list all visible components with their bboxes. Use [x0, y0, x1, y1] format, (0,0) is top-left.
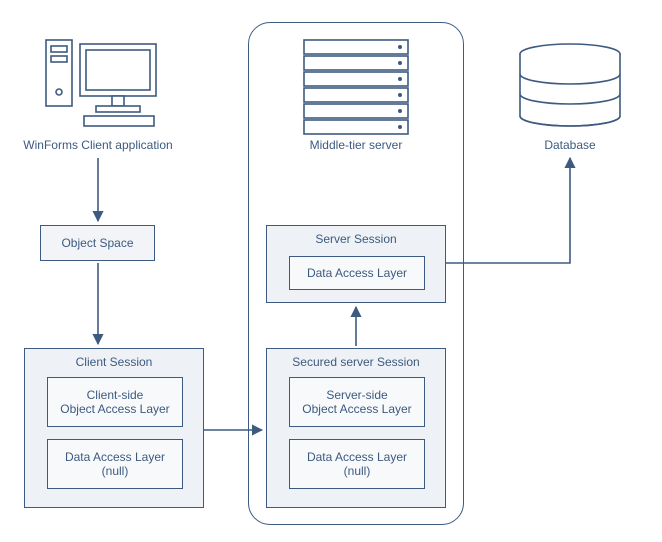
- server-label: Middle-tier server: [256, 138, 456, 152]
- secured-oal-box: Server-side Object Access Layer: [289, 377, 425, 427]
- server-session-group: Server Session Data Access Layer: [266, 225, 446, 303]
- client-dal-box: Data Access Layer (null): [47, 439, 183, 489]
- client-label: WinForms Client application: [8, 138, 188, 152]
- client-session-group: Client Session Client-side Object Access…: [24, 348, 204, 508]
- architecture-diagram: WinForms Client application Object Space…: [0, 0, 662, 542]
- secured-session-title: Secured server Session: [267, 355, 445, 369]
- secured-session-group: Secured server Session Server-side Objec…: [266, 348, 446, 508]
- client-session-title: Client Session: [25, 355, 203, 369]
- db-label: Database: [520, 138, 620, 152]
- server-session-dal-box: Data Access Layer: [289, 256, 425, 290]
- secured-dal-box: Data Access Layer (null): [289, 439, 425, 489]
- object-space-box: Object Space: [40, 225, 155, 261]
- server-session-title: Server Session: [267, 232, 445, 246]
- object-space-label: Object Space: [61, 236, 133, 250]
- client-oal-box: Client-side Object Access Layer: [47, 377, 183, 427]
